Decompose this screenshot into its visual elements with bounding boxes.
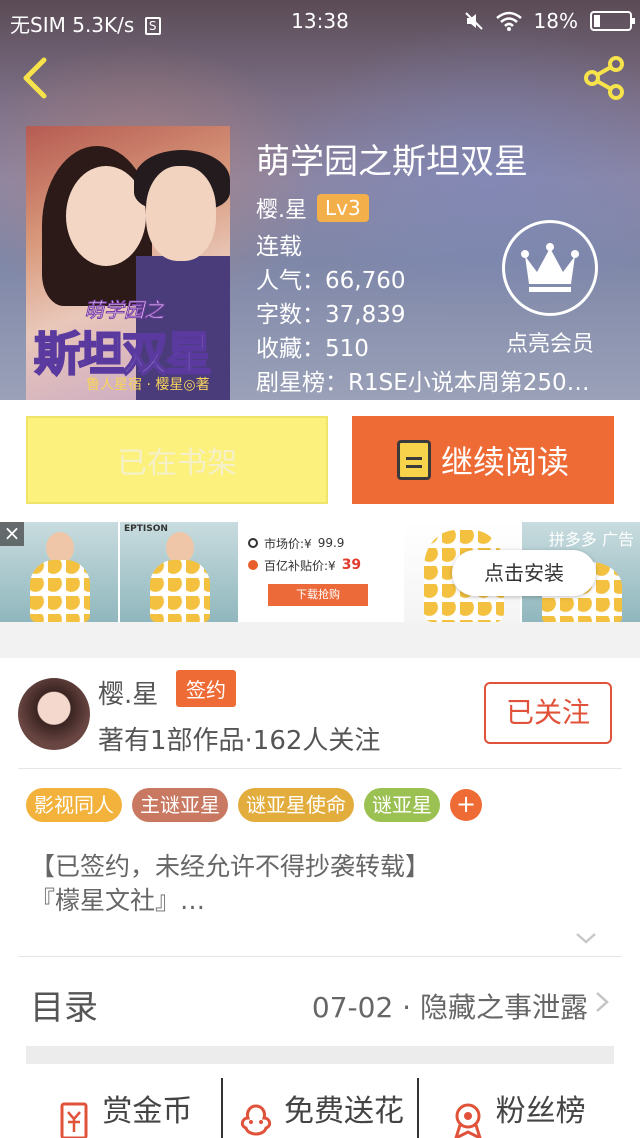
cover-subtitle: 鲁人星宿 · 樱星◎著 (86, 377, 210, 393)
ad-price-panel: 市场价:¥ 99.9 百亿补贴价:¥ 39 下载抢购 (248, 532, 378, 606)
signed-badge: 签约 (176, 670, 236, 707)
chevron-right-icon (596, 992, 609, 1012)
table-of-contents-row[interactable]: 目录 07-02 · 隐藏之事泄露 (30, 978, 610, 1028)
author-card: 樱.星 签约 著有1部作品·162人关注 已关注 影视同人 主谜亚星 谜亚星使命… (0, 658, 640, 1138)
ad-source-label: 拼多多 广告 (548, 530, 634, 549)
send-flower-button[interactable]: 免费送花 (220, 1078, 418, 1138)
chevron-down-icon[interactable] (574, 926, 598, 950)
follow-button[interactable]: 已关注 (484, 682, 612, 744)
radio-icon (248, 538, 258, 548)
book-title: 萌学园之斯坦双星 (256, 142, 528, 182)
latest-chapter: 07-02 · 隐藏之事泄露 (311, 991, 588, 1024)
check-icon (248, 560, 258, 570)
support-actions: 赏金币 免费送花 粉丝榜 (26, 1078, 614, 1138)
author-link[interactable]: 樱.星 (256, 192, 307, 224)
level-badge: Lv3 (317, 194, 369, 222)
book-icon (396, 440, 431, 480)
market-price-label: 市场价:¥ (264, 536, 312, 551)
divider (18, 768, 622, 769)
ad-download-button[interactable]: 下载抢购 (268, 584, 368, 606)
add-tag-icon[interactable]: + (450, 789, 482, 821)
vip-button[interactable]: 点亮会员 (500, 220, 600, 360)
crown-icon (502, 220, 598, 316)
ad-image-2: EPTISON (120, 522, 238, 622)
tag-list: 影视同人 主谜亚星 谜亚星使命 谜亚星 + (26, 788, 482, 822)
tag-item[interactable]: 主谜亚星 (132, 788, 228, 822)
install-button[interactable]: 点击安装 (452, 550, 596, 596)
fan-rank-icon (454, 1103, 482, 1138)
book-cover[interactable]: 萌学园之 斯坦双星 鲁人星宿 · 樱星◎著 (26, 126, 230, 400)
battery-percent: 18% (533, 9, 578, 33)
status-bar: 无SIM 5.3K/s S 13:38 18% (0, 0, 640, 42)
action-label: 赏金币 (102, 1094, 193, 1129)
book-detail-page: 无SIM 5.3K/s S 13:38 18% 萌学园之 斯坦双星 鲁人星宿 ·… (0, 0, 640, 1138)
description-line: 『檬星文社』… (30, 886, 206, 915)
subsidy-label: 百亿补贴价:¥ (264, 558, 336, 573)
action-label: 免费送花 (284, 1094, 404, 1129)
continue-reading-label: 继续阅读 (440, 443, 569, 481)
back-arrow-icon[interactable] (16, 54, 56, 102)
section-separator (26, 1046, 614, 1064)
battery-icon (590, 11, 635, 31)
vip-label: 点亮会员 (505, 332, 594, 357)
reward-coin-button[interactable]: 赏金币 (26, 1078, 221, 1138)
toc-label: 目录 (30, 988, 98, 1028)
author-stats: 著有1部作品·162人关注 (98, 726, 381, 756)
flower-icon (240, 1104, 272, 1136)
action-buttons: 已在书架 继续阅读 (0, 400, 640, 522)
tag-item[interactable]: 影视同人 (26, 788, 122, 822)
action-label: 粉丝榜 (495, 1094, 586, 1129)
continue-reading-button[interactable]: 继续阅读 (352, 416, 614, 504)
tag-item[interactable]: 谜亚星使命 (238, 788, 354, 822)
market-price: 99.9 (317, 536, 345, 550)
on-shelf-button[interactable]: 已在书架 (26, 416, 328, 504)
divider (18, 956, 622, 957)
coin-reward-icon (60, 1102, 88, 1138)
mute-icon (464, 12, 483, 30)
status-right: 18% (464, 9, 635, 33)
ad-brand: EPTISON (124, 524, 168, 534)
fan-ranking-button[interactable]: 粉丝榜 (417, 1078, 614, 1138)
ad-close-icon[interactable]: × (0, 522, 24, 546)
share-icon[interactable] (580, 54, 628, 102)
subsidy-price: 39 (341, 557, 362, 573)
book-description[interactable]: 【已签约，未经允许不得抄袭转载】 『檬星文社』… (30, 850, 610, 918)
author-name[interactable]: 樱.星 (98, 674, 158, 711)
wifi-icon (495, 11, 522, 31)
avatar[interactable] (18, 678, 90, 750)
description-line: 【已签约，未经允许不得抄袭转载】 (30, 852, 431, 881)
tag-item[interactable]: 谜亚星 (364, 788, 440, 822)
ad-banner[interactable]: × EPTISON 市场价:¥ 99.9 百亿补贴价:¥ 39 下载抢购 拼多多 广… (0, 522, 640, 622)
ranking-link[interactable]: 剧星榜：R1SE小说本周第250… (256, 366, 616, 400)
